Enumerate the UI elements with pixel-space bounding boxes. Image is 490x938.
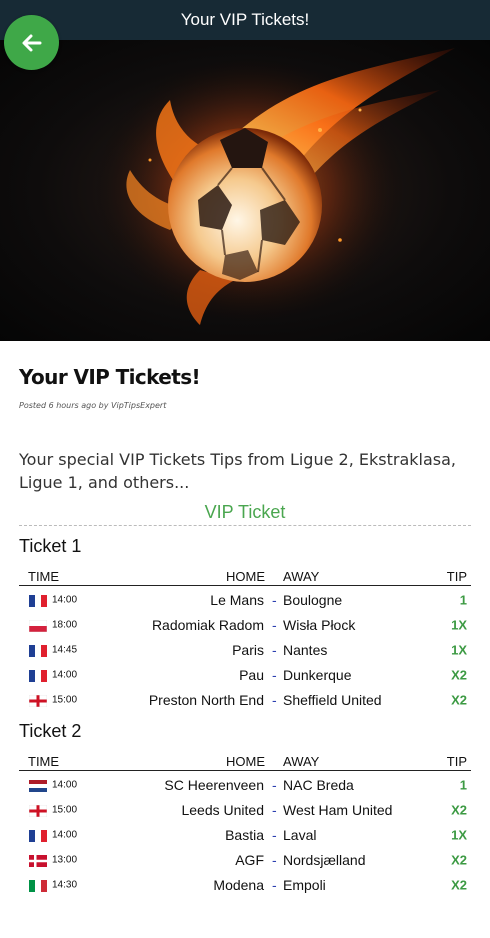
match-row[interactable]: 14:00 Bastia - Laval 1X — [19, 822, 471, 847]
back-button[interactable] — [4, 15, 59, 70]
match-row[interactable]: 14:00 Pau - Dunkerque X2 — [19, 662, 471, 687]
ticket-title: Ticket 2 — [19, 721, 82, 741]
home-team: Leeds United — [181, 801, 264, 818]
poland-flag-icon — [28, 619, 48, 632]
match-time: 14:00 — [52, 779, 78, 790]
home-team: SC Heerenveen — [164, 776, 264, 793]
match-time: 15:00 — [52, 694, 78, 705]
england-flag-icon — [28, 804, 48, 817]
col-time: TIME — [28, 754, 60, 769]
home-team: Preston North End — [148, 691, 264, 708]
match-row[interactable]: 14:00 Le Mans - Boulogne 1 — [19, 587, 471, 612]
divider — [19, 525, 471, 526]
netherlands-flag-icon — [29, 779, 47, 792]
away-team: Empoli — [283, 876, 326, 893]
article-intro: Your special VIP Tickets Tips from Ligue… — [19, 450, 456, 492]
match-time: 18:00 — [52, 619, 78, 630]
france-flag-icon — [29, 644, 47, 657]
col-home: HOME — [226, 569, 265, 584]
france-flag-icon — [29, 669, 47, 682]
home-team: Le Mans — [210, 591, 264, 608]
away-team: Wisła Płock — [283, 616, 356, 633]
article-title: Your VIP Tickets! — [19, 365, 201, 389]
home-team: Bastia — [225, 826, 264, 843]
away-team: Nordsjælland — [283, 851, 366, 868]
match-row[interactable]: 14:45 Paris - Nantes 1X — [19, 637, 471, 662]
away-team: Nantes — [283, 641, 328, 658]
match-row[interactable]: 13:00 AGF - Nordsjælland X2 — [19, 847, 471, 872]
away-team: West Ham United — [283, 801, 393, 818]
home-team: Modena — [213, 876, 264, 893]
match-tip: X2 — [451, 802, 467, 817]
match-tip: X2 — [451, 852, 467, 867]
table-header: TIME HOME AWAY TIP — [19, 753, 471, 771]
away-team: Laval — [283, 826, 317, 843]
italy-flag-icon — [29, 879, 47, 892]
home-team: Pau — [239, 666, 264, 683]
match-time: 13:00 — [52, 854, 78, 865]
away-team: Boulogne — [283, 591, 343, 608]
denmark-flag-icon — [29, 854, 47, 867]
match-tip: X2 — [451, 692, 467, 707]
arrow-left-icon — [22, 34, 41, 51]
vs-separator: - — [272, 591, 277, 608]
match-time: 14:45 — [52, 644, 78, 655]
ticket-table: TIME HOME AWAY TIP 14:00 Le Mans - Boulogne 1 18:… — [19, 568, 471, 712]
match-tip: 1 — [459, 592, 467, 607]
vs-separator: - — [272, 666, 277, 683]
col-tip: TIP — [446, 569, 467, 584]
france-flag-icon — [29, 594, 47, 607]
home-team: Paris — [232, 641, 264, 658]
match-time: 15:00 — [52, 804, 78, 815]
vs-separator: - — [272, 616, 277, 633]
app-header: Your VIP Tickets! — [0, 0, 490, 40]
col-home: HOME — [226, 754, 265, 769]
vs-separator: - — [272, 691, 277, 708]
match-tip: 1X — [451, 827, 467, 842]
match-tip: 1X — [451, 617, 467, 632]
match-time: 14:00 — [52, 594, 78, 605]
col-tip: TIP — [446, 754, 467, 769]
match-time: 14:30 — [52, 879, 78, 890]
table-header: TIME HOME AWAY TIP — [19, 568, 471, 586]
match-tip: 1 — [459, 777, 467, 792]
vs-separator: - — [272, 776, 277, 793]
match-row[interactable]: 18:00 Radomiak Radom - Wisła Płock 1X — [19, 612, 471, 637]
hero-image — [0, 40, 490, 341]
vs-separator: - — [272, 801, 277, 818]
col-away: AWAY — [283, 569, 320, 584]
home-team: Radomiak Radom — [151, 616, 264, 633]
flaming-soccer-ball-image — [90, 48, 455, 330]
match-time: 14:00 — [52, 669, 78, 680]
vs-separator: - — [272, 641, 277, 658]
match-row[interactable]: 15:00 Preston North End - Sheffield United X… — [19, 687, 471, 712]
match-tip: 1X — [451, 642, 467, 657]
match-time: 14:00 — [52, 829, 78, 840]
match-row[interactable]: 15:00 Leeds United - West Ham United X2 — [19, 797, 471, 822]
vs-separator: - — [272, 876, 277, 893]
ticket-title: Ticket 1 — [19, 536, 82, 556]
vs-separator: - — [272, 851, 277, 868]
home-team: AGF — [235, 851, 264, 868]
away-team: Sheffield United — [283, 691, 382, 708]
away-team: Dunkerque — [283, 666, 352, 683]
match-tip: X2 — [451, 877, 467, 892]
away-team: NAC Breda — [283, 776, 354, 793]
ticket-table: TIME HOME AWAY TIP 14:00 SC Heerenveen - NAC Br… — [19, 753, 471, 897]
match-row[interactable]: 14:30 Modena - Empoli X2 — [19, 872, 471, 897]
col-away: AWAY — [283, 754, 320, 769]
match-tip: X2 — [451, 667, 467, 682]
france-flag-icon — [29, 829, 47, 842]
header-title: Your VIP Tickets! — [180, 10, 310, 29]
match-row[interactable]: 14:00 SC Heerenveen - NAC Breda 1 — [19, 772, 471, 797]
vip-ticket-heading: VIP Ticket — [204, 502, 286, 522]
vs-separator: - — [272, 826, 277, 843]
col-time: TIME — [28, 569, 60, 584]
england-flag-icon — [28, 694, 48, 707]
article-meta: Posted 6 hours ago by VipTipsExpert — [19, 401, 167, 410]
